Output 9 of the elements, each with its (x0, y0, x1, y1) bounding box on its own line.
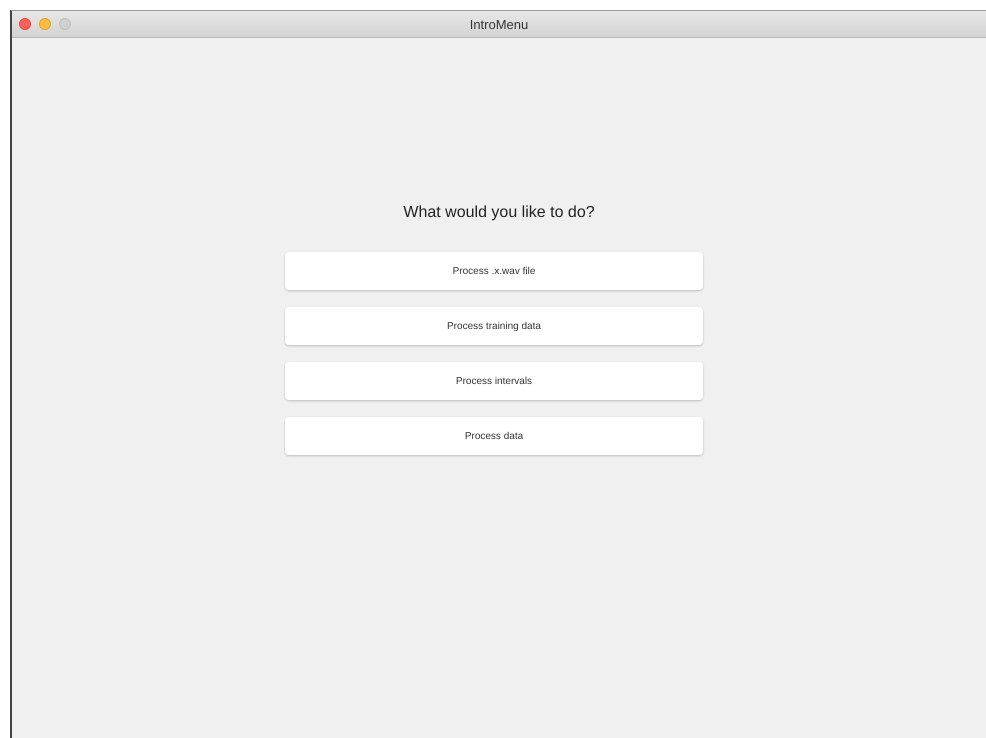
zoom-icon[interactable] (59, 18, 71, 30)
prompt-heading: What would you like to do? (403, 204, 595, 222)
menu-button[interactable]: Process .x.wav file (285, 252, 703, 290)
window-title: IntroMenu (470, 16, 528, 32)
minimize-icon[interactable] (39, 18, 51, 30)
close-icon[interactable] (19, 18, 31, 30)
menu-button[interactable]: Process intervals (285, 362, 703, 400)
menu-button[interactable]: Process data (285, 417, 703, 455)
menu-button[interactable]: Process training data (285, 307, 703, 345)
